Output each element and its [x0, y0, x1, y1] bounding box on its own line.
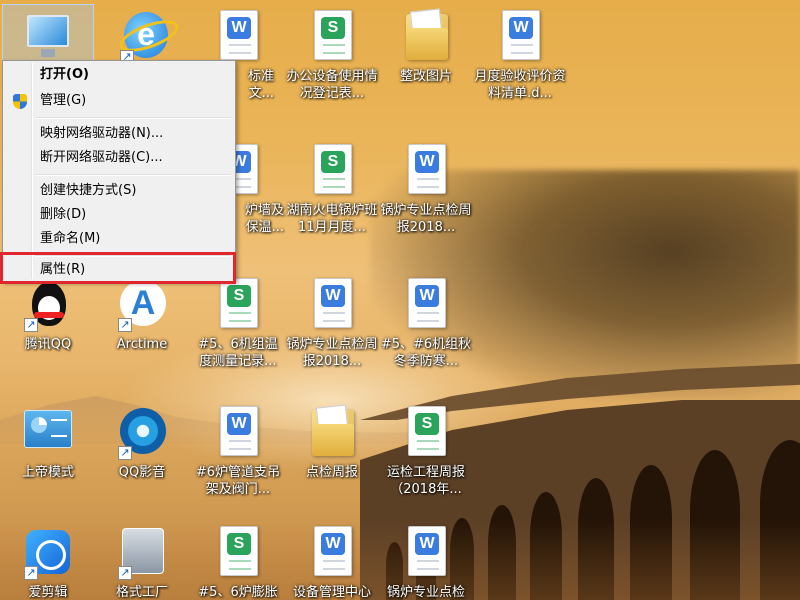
desktop-icon-unit56-temp[interactable]: S #5、6机组温度测量记录... — [190, 272, 286, 382]
internet-explorer-icon: e ↗ — [120, 10, 168, 64]
spreadsheet-icon: S — [402, 406, 450, 460]
icon-label: #5、6机组温度测量记录... — [198, 337, 278, 369]
menu-item-rename[interactable]: 重命名(M) — [5, 228, 233, 250]
icon-label: 锅炉专业点检周报2018... — [380, 203, 472, 235]
menu-separator — [35, 174, 231, 176]
desktop-icon-boiler-weekly-2[interactable]: W 锅炉专业点检周报2018... — [284, 272, 380, 382]
word-document-icon: W — [308, 278, 356, 332]
desktop-icon-unit56-expansion[interactable]: S #5、6炉膨胀 — [190, 520, 286, 600]
icon-label: 点检周报 — [305, 465, 358, 480]
word-document-icon: W — [214, 10, 262, 64]
computer-icon — [24, 11, 72, 65]
desktop-icon-unit56-winter[interactable]: W #5、#6机组秋冬季防寒... — [378, 272, 474, 382]
word-document-icon: W — [402, 526, 450, 580]
menu-item-label: 删除(D) — [40, 207, 87, 222]
desktop-icon-inspection-weekly[interactable]: 点检周报 — [284, 400, 380, 510]
menu-item-delete[interactable]: 删除(D) — [5, 204, 233, 226]
icon-label: #6炉管道支吊架及阀门... — [195, 465, 281, 497]
icon-label: Arctime — [116, 337, 168, 352]
desktop-icon-boiler-weekly-3[interactable]: W 锅炉专业点检 — [378, 520, 474, 600]
icon-label: 月度验收评价资料清单.d... — [474, 69, 566, 101]
desktop-icon-rectify-pics[interactable]: 整改图片 — [378, 4, 474, 114]
icon-label: 上帝模式 — [21, 465, 74, 480]
menu-item-label: 管理(G) — [40, 93, 87, 108]
icon-label: 爱剪辑 — [28, 585, 68, 600]
shortcut-arrow-icon: ↗ — [118, 566, 132, 580]
shortcut-arrow-icon: ↗ — [24, 318, 38, 332]
desktop-icon-aijianji[interactable]: ↗ 爱剪辑 — [0, 520, 96, 600]
control-panel-icon — [24, 406, 72, 460]
menu-item-label: 映射网络驱动器(N)... — [40, 126, 164, 141]
desktop-icon-office-equipment[interactable]: S 办公设备使用情况登记表... — [284, 4, 380, 114]
spreadsheet-icon: S — [214, 278, 262, 332]
menu-item-manage[interactable]: 管理(G) — [5, 90, 233, 112]
icon-label: #5、6炉膨胀 — [198, 585, 278, 600]
icon-label: QQ影音 — [118, 465, 166, 480]
shortcut-arrow-icon: ↗ — [24, 566, 38, 580]
desktop-icon-ie[interactable]: e ↗ — [96, 4, 192, 64]
icon-label: 腾讯QQ — [24, 337, 72, 352]
word-document-icon: W — [496, 10, 544, 64]
context-menu: 打开(O) 管理(G) 映射网络驱动器(N)... 断开网络驱动器(C)... … — [2, 60, 236, 282]
desktop-icon-hunan-boiler[interactable]: S 湖南火电锅炉班11月月度... — [284, 138, 380, 248]
desktop-icon-god-mode[interactable]: 上帝模式 — [0, 400, 96, 510]
qq-penguin-icon: ↗ — [24, 278, 72, 332]
format-factory-icon: ↗ — [118, 526, 166, 580]
menu-separator — [35, 117, 231, 119]
spreadsheet-icon: S — [308, 10, 356, 64]
icon-label: 运检工程周报（2018年... — [386, 465, 465, 497]
spreadsheet-icon: S — [214, 526, 262, 580]
qq-player-icon: ↗ — [118, 406, 166, 460]
desktop-icon-boiler6-pipe[interactable]: W #6炉管道支吊架及阀门... — [190, 400, 286, 510]
desktop-icon-format-factory[interactable]: ↗ 格式工厂 — [94, 520, 190, 600]
red-highlight-annotation — [0, 252, 236, 284]
folder-icon — [308, 406, 356, 460]
desktop-icon-boiler-weekly-1[interactable]: W 锅炉专业点检周报2018... — [378, 138, 474, 248]
icon-label: 设备管理中心 — [292, 585, 371, 600]
menu-item-open[interactable]: 打开(O) — [5, 64, 233, 86]
menu-item-label: 重命名(M) — [40, 231, 101, 246]
uac-shield-icon — [13, 94, 27, 109]
desktop-icon-tencent-qq[interactable]: ↗ 腾讯QQ — [0, 272, 96, 382]
menu-item-map-network-drive[interactable]: 映射网络驱动器(N)... — [5, 123, 233, 145]
icon-label: #5、#6机组秋冬季防寒... — [380, 337, 472, 369]
video-editor-icon: ↗ — [24, 526, 72, 580]
shortcut-arrow-icon: ↗ — [118, 318, 132, 332]
word-document-icon: W — [214, 406, 262, 460]
desktop-icon-qq-player[interactable]: ↗ QQ影音 — [94, 400, 190, 510]
icon-label: 锅炉专业点检 — [386, 585, 465, 600]
desktop-icon-computer[interactable] — [2, 4, 94, 62]
icon-label: 锅炉专业点检周报2018... — [286, 337, 378, 369]
menu-item-disconnect-network-drive[interactable]: 断开网络驱动器(C)... — [5, 147, 233, 169]
shortcut-arrow-icon: ↗ — [118, 446, 132, 460]
icon-label: 格式工厂 — [115, 585, 168, 600]
desktop-icon-monthly-acceptance[interactable]: W 月度验收评价资料清单.d... — [472, 4, 568, 114]
spreadsheet-icon: S — [308, 144, 356, 198]
arctime-icon: A ↗ — [118, 278, 166, 332]
desktop-icon-arctime[interactable]: A ↗ Arctime — [94, 272, 190, 382]
icon-label: 整改图片 — [399, 69, 452, 84]
word-document-icon: W — [308, 526, 356, 580]
desktop-icon-equipment-center[interactable]: W 设备管理中心 — [284, 520, 380, 600]
folder-icon — [402, 10, 450, 64]
menu-item-create-shortcut[interactable]: 创建快捷方式(S) — [5, 180, 233, 202]
desktop-icon-maintenance-weekly[interactable]: S 运检工程周报（2018年... — [378, 400, 474, 510]
menu-item-label: 创建快捷方式(S) — [40, 183, 137, 198]
word-document-icon: W — [402, 144, 450, 198]
menu-item-label: 打开(O) — [40, 67, 89, 82]
word-document-icon: W — [402, 278, 450, 332]
icon-label: 湖南火电锅炉班11月月度... — [286, 203, 378, 235]
menu-item-label: 断开网络驱动器(C)... — [40, 150, 163, 165]
icon-label: 办公设备使用情况登记表... — [286, 69, 378, 101]
